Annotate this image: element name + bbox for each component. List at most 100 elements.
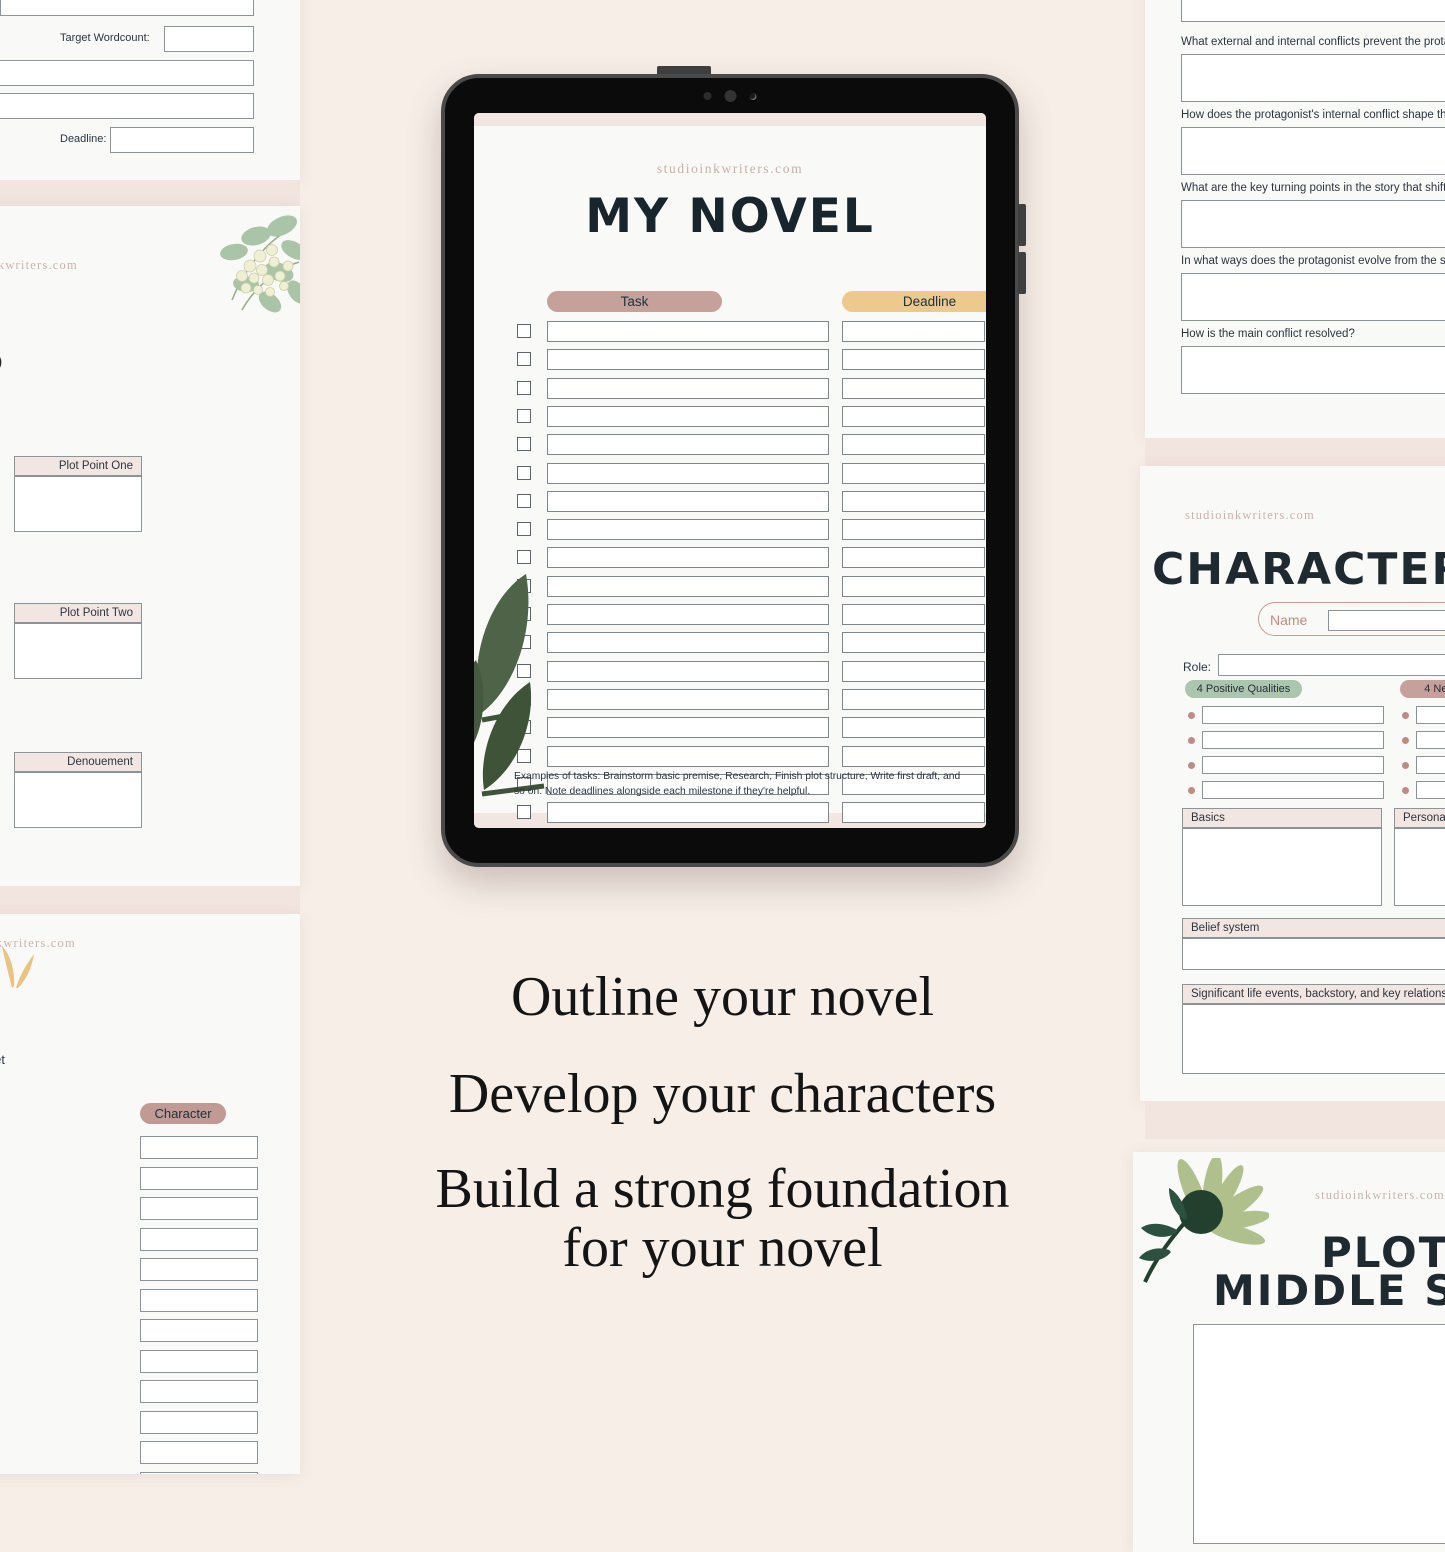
negative-quality-input[interactable] <box>1416 706 1445 724</box>
positive-quality-input[interactable] <box>1202 731 1384 749</box>
task-checkbox[interactable] <box>517 748 531 763</box>
positive-quality-input[interactable] <box>1202 706 1384 724</box>
task-input[interactable] <box>547 745 829 767</box>
task-input[interactable] <box>547 321 829 342</box>
task-input[interactable] <box>547 717 829 739</box>
task-input[interactable] <box>547 434 829 456</box>
deadline-input[interactable] <box>842 405 985 427</box>
field-belief-system[interactable] <box>1182 938 1445 970</box>
volume-down-button[interactable] <box>1018 252 1026 294</box>
character-input[interactable] <box>140 1349 258 1373</box>
deadline-input[interactable] <box>842 802 985 824</box>
deadline-input[interactable] <box>842 321 985 342</box>
deadline-input[interactable] <box>842 717 985 739</box>
task-checkbox[interactable] <box>517 578 531 593</box>
task-checkbox[interactable] <box>517 493 531 508</box>
task-checkbox[interactable] <box>517 465 531 480</box>
task-checkbox[interactable] <box>517 607 531 621</box>
task-input[interactable] <box>547 802 829 824</box>
character-input[interactable] <box>140 1227 258 1251</box>
question-answer-field[interactable] <box>1181 127 1445 175</box>
task-input[interactable] <box>547 349 829 371</box>
task-input[interactable] <box>547 660 829 682</box>
task-input[interactable] <box>547 547 829 569</box>
task-checkbox[interactable] <box>517 408 531 423</box>
task-row <box>517 490 985 513</box>
question-answer-field[interactable] <box>1181 200 1445 248</box>
deadline-input[interactable] <box>842 349 985 371</box>
field-personality[interactable] <box>1394 828 1445 906</box>
task-input[interactable] <box>547 405 829 427</box>
character-input[interactable] <box>140 1380 258 1403</box>
character-input[interactable] <box>140 1441 258 1464</box>
task-row <box>517 660 985 683</box>
field-box[interactable] <box>0 93 254 119</box>
task-checkbox[interactable] <box>517 380 531 395</box>
task-checkbox[interactable] <box>517 720 531 735</box>
deadline-input[interactable] <box>842 490 985 512</box>
task-input[interactable] <box>547 632 829 654</box>
task-input[interactable] <box>547 377 829 399</box>
task-checkbox[interactable] <box>517 522 531 537</box>
ambient-light-sensor-icon <box>749 92 757 100</box>
deadline-input[interactable] <box>842 434 985 456</box>
character-input[interactable] <box>140 1136 258 1159</box>
task-input[interactable] <box>547 462 829 484</box>
negative-quality-input[interactable] <box>1416 756 1445 774</box>
character-input[interactable] <box>140 1288 258 1312</box>
negative-quality-input[interactable] <box>1416 781 1445 799</box>
task-checkbox[interactable] <box>517 550 531 565</box>
volume-up-button[interactable] <box>1018 204 1026 246</box>
column-header-deadline: Deadline <box>842 291 986 312</box>
character-input[interactable] <box>140 1166 258 1190</box>
field-box[interactable] <box>0 0 254 16</box>
character-input[interactable] <box>140 1258 258 1281</box>
question-answer-field[interactable] <box>1181 54 1445 102</box>
deadline-input[interactable] <box>842 547 985 569</box>
field-target-wordcount[interactable] <box>164 26 254 52</box>
deadline-input[interactable] <box>842 745 985 767</box>
character-input[interactable] <box>140 1471 258 1474</box>
deadline-input[interactable] <box>842 604 985 625</box>
field-name[interactable] <box>1328 610 1445 631</box>
task-checkbox[interactable] <box>517 805 531 820</box>
deadline-input[interactable] <box>842 688 985 710</box>
task-input[interactable] <box>547 490 829 512</box>
deadline-input[interactable] <box>842 519 985 541</box>
task-checkbox[interactable] <box>517 352 531 367</box>
beat-field[interactable] <box>14 772 142 828</box>
deadline-input[interactable] <box>842 632 985 654</box>
positive-quality-input[interactable] <box>1202 781 1384 799</box>
field-box[interactable] <box>0 60 254 86</box>
bullet-icon <box>1402 762 1409 769</box>
beat-field[interactable] <box>14 476 142 532</box>
deadline-input[interactable] <box>842 377 985 399</box>
task-checkbox[interactable] <box>517 691 531 706</box>
field-significant-events[interactable] <box>1182 1004 1445 1074</box>
negative-quality-input[interactable] <box>1416 731 1445 749</box>
field-deadline[interactable] <box>110 127 254 153</box>
field-middle-scenes[interactable] <box>1193 1324 1445 1544</box>
task-checkbox[interactable] <box>517 635 531 650</box>
task-checkbox[interactable] <box>517 324 531 338</box>
question-answer-field[interactable] <box>1181 273 1445 321</box>
deadline-input[interactable] <box>842 575 985 597</box>
character-input[interactable] <box>140 1197 258 1220</box>
question-answer-field[interactable] <box>1181 346 1445 394</box>
field-role[interactable] <box>1218 654 1445 676</box>
deadline-input[interactable] <box>842 660 985 682</box>
task-input[interactable] <box>547 575 829 597</box>
task-checkbox[interactable] <box>517 437 531 452</box>
beat-field[interactable] <box>14 623 142 679</box>
watermark: studioinkwriters.com <box>0 258 78 272</box>
task-input[interactable] <box>547 604 829 625</box>
positive-quality-input[interactable] <box>1202 756 1384 774</box>
task-checkbox[interactable] <box>517 663 531 678</box>
task-input[interactable] <box>547 688 829 710</box>
deadline-input[interactable] <box>842 462 985 484</box>
field-basics[interactable] <box>1182 828 1382 906</box>
task-input[interactable] <box>547 519 829 541</box>
character-input[interactable] <box>140 1319 258 1342</box>
question-answer-field[interactable] <box>1181 0 1445 22</box>
character-input[interactable] <box>140 1410 258 1434</box>
